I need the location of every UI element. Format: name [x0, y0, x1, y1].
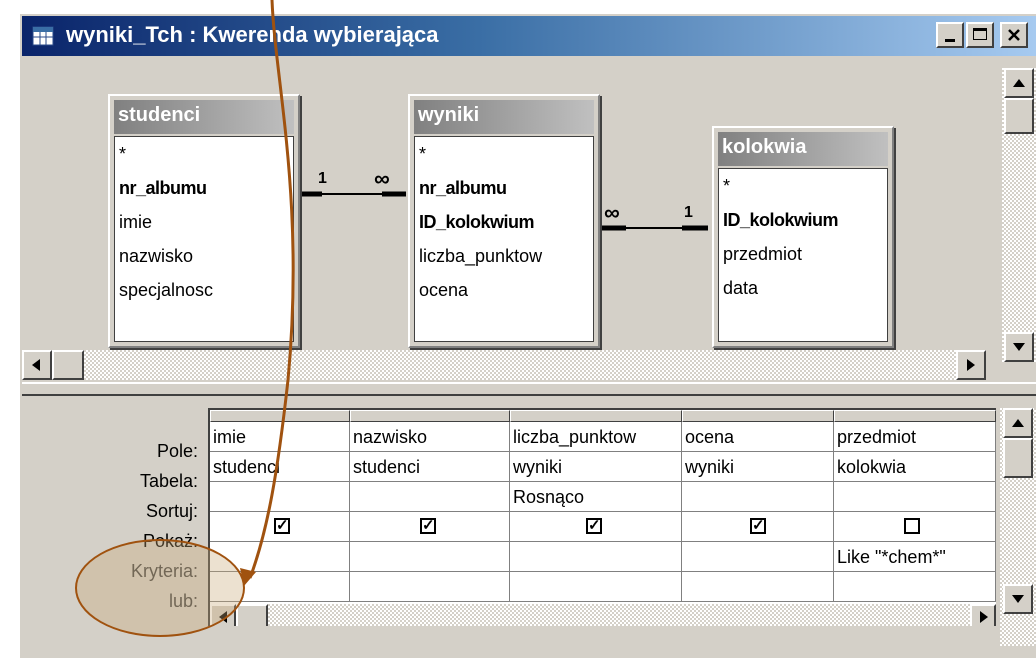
minimize-button[interactable]: [936, 22, 964, 48]
cell-tabela[interactable]: kolokwia: [834, 452, 996, 482]
scroll-thumb[interactable]: [1004, 98, 1034, 134]
scroll-right-button[interactable]: [970, 604, 996, 626]
upper-vertical-scrollbar[interactable]: [1002, 68, 1036, 362]
query-icon: [32, 26, 54, 46]
cell-pokaz[interactable]: ✓: [510, 512, 682, 542]
cell-pole[interactable]: nazwisko: [350, 422, 510, 452]
arrow-right-icon: [967, 359, 975, 371]
relation-one-label: 1: [684, 204, 693, 221]
relation-one-label: 1: [318, 170, 327, 187]
cell-pole[interactable]: przedmiot: [834, 422, 996, 452]
arrow-left-icon: [32, 359, 40, 371]
arrow-up-icon: [1012, 419, 1024, 427]
cell-lub[interactable]: [210, 572, 350, 602]
table-diagram-pane: studenci * nr_albumu imie nazwisko specj…: [22, 58, 1018, 382]
cell-tabela[interactable]: studenci: [210, 452, 350, 482]
cell-lub[interactable]: [350, 572, 510, 602]
checkmark-icon[interactable]: ✓: [420, 518, 436, 534]
pane-splitter[interactable]: [22, 382, 1036, 396]
arrow-right-icon: [980, 611, 988, 623]
row-label-kryteria: Kryteria:: [130, 561, 198, 581]
cell-tabela[interactable]: wyniki: [682, 452, 834, 482]
cell-kryteria[interactable]: [510, 542, 682, 572]
scroll-thumb[interactable]: [1003, 438, 1033, 478]
scroll-up-button[interactable]: [1003, 408, 1033, 438]
cell-kryteria[interactable]: Like "*chem*": [834, 542, 996, 572]
title-bar: wyniki_Tch : Kwerenda wybierająca: [22, 16, 1036, 56]
scroll-down-button[interactable]: [1004, 332, 1034, 362]
relationship-lines: [302, 191, 708, 231]
cell-sortuj[interactable]: [210, 482, 350, 512]
relation-many-label: ∞: [374, 166, 390, 191]
scroll-left-button[interactable]: [210, 604, 236, 626]
row-label-pole: Pole:: [156, 441, 198, 461]
cell-pokaz[interactable]: ✓: [350, 512, 510, 542]
row-label-lub: lub:: [168, 591, 198, 611]
close-button[interactable]: [1000, 22, 1028, 48]
scroll-up-button[interactable]: [1004, 68, 1034, 98]
cell-lub[interactable]: [510, 572, 682, 602]
cell-pole[interactable]: liczba_punktow: [510, 422, 682, 452]
scroll-thumb[interactable]: [236, 604, 268, 626]
checkmark-icon[interactable]: ✓: [750, 518, 766, 534]
cell-kryteria[interactable]: [682, 542, 834, 572]
cell-kryteria[interactable]: [210, 542, 350, 572]
cell-kryteria[interactable]: [350, 542, 510, 572]
cell-pokaz[interactable]: ✓: [210, 512, 350, 542]
arrow-up-icon: [1013, 79, 1025, 87]
column-selector[interactable]: [210, 410, 350, 422]
upper-horizontal-scrollbar[interactable]: [22, 350, 986, 380]
grid-vertical-scrollbar[interactable]: [1000, 408, 1036, 646]
column-selector[interactable]: [834, 410, 996, 422]
cell-lub[interactable]: [834, 572, 996, 602]
row-label-sortuj: Sortuj:: [145, 501, 198, 521]
column-selector[interactable]: [510, 410, 682, 422]
row-label-pokaz: Pokaż:: [142, 531, 198, 551]
close-icon: [1008, 29, 1020, 41]
unchecked-box[interactable]: [904, 518, 920, 534]
minimize-icon: [945, 39, 955, 42]
window-title: wyniki_Tch : Kwerenda wybierająca: [66, 22, 439, 47]
cell-sortuj[interactable]: [682, 482, 834, 512]
query-window: wyniki_Tch : Kwerenda wybierająca studen…: [18, 12, 1036, 658]
design-grid-pane: Pole: Tabela: Sortuj: Pokaż: Kryteria: l…: [22, 396, 1018, 658]
cell-pokaz[interactable]: ✓: [682, 512, 834, 542]
checkmark-icon[interactable]: ✓: [274, 518, 290, 534]
cell-lub[interactable]: [682, 572, 834, 602]
arrow-left-icon: [219, 611, 227, 623]
column-selector[interactable]: [350, 410, 510, 422]
maximize-icon: [973, 28, 987, 40]
cell-pole[interactable]: imie: [210, 422, 350, 452]
column-selector[interactable]: [682, 410, 834, 422]
cell-tabela[interactable]: studenci: [350, 452, 510, 482]
checkmark-icon[interactable]: ✓: [586, 518, 602, 534]
scroll-thumb[interactable]: [52, 350, 84, 380]
cell-sortuj[interactable]: [834, 482, 996, 512]
maximize-button[interactable]: [966, 22, 994, 48]
cell-sortuj[interactable]: [350, 482, 510, 512]
row-label-tabela: Tabela:: [139, 471, 198, 491]
relation-many-label: ∞: [604, 200, 620, 225]
scroll-down-button[interactable]: [1003, 584, 1033, 614]
arrow-down-icon: [1012, 595, 1024, 603]
cell-sortuj[interactable]: Rosnąco: [510, 482, 682, 512]
scroll-left-button[interactable]: [22, 350, 52, 380]
grid-horizontal-scrollbar[interactable]: [210, 604, 996, 626]
query-design-grid: imie studenci ✓ nazwisko studenci ✓ licz…: [208, 408, 996, 626]
cell-pole[interactable]: ocena: [682, 422, 834, 452]
arrow-down-icon: [1013, 343, 1025, 351]
scroll-right-button[interactable]: [956, 350, 986, 380]
cell-pokaz[interactable]: [834, 512, 996, 542]
cell-tabela[interactable]: wyniki: [510, 452, 682, 482]
